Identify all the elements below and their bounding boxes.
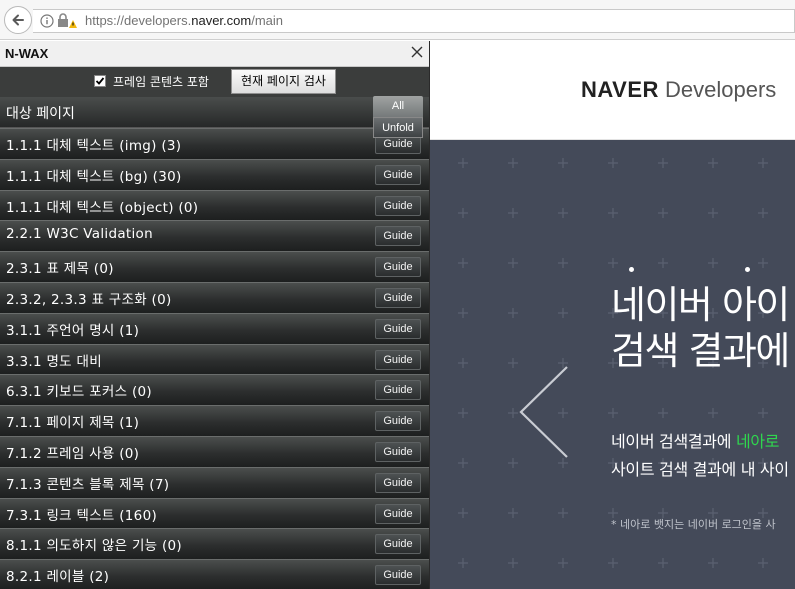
check-label: 7.3.1 링크 텍스트 (160): [6, 507, 158, 524]
info-icon[interactable]: [40, 14, 54, 28]
guide-button[interactable]: Guide: [375, 349, 421, 370]
nwax-panel: N-WAX 프레임 콘텐츠 포함 현재 페이지 검사 대상 페이지 1.1.1 …: [0, 41, 430, 589]
guide-button[interactable]: Guide: [375, 565, 421, 586]
check-label: 8.2.1 레이블 (2): [6, 569, 110, 586]
all-button[interactable]: All: [373, 96, 423, 117]
check-label: 3.3.1 명도 대비: [6, 353, 102, 370]
guide-button[interactable]: Guide: [375, 257, 421, 278]
hero-description: 네이버 검색결과에 네아로 사이트 검색 결과에 내 사이: [611, 428, 789, 484]
check-label: 2.3.2, 2.3.3 표 구조화 (0): [6, 291, 172, 308]
checkmark-icon: [95, 77, 105, 85]
check-label: 7.1.3 콘텐츠 블록 제목 (7): [6, 476, 170, 493]
check-row[interactable]: 6.3.1 키보드 포커스 (0) Guide: [0, 374, 429, 406]
desc-line-2: 사이트 검색 결과에 내 사이: [611, 460, 789, 479]
desc-highlight: 네아로: [735, 432, 780, 451]
guide-button[interactable]: Guide: [375, 503, 421, 524]
logo-developers: Developers: [665, 77, 777, 102]
check-label: 2.3.1 표 제목 (0): [6, 261, 114, 278]
check-row[interactable]: 2.3.1 표 제목 (0) Guide: [0, 251, 429, 282]
guide-button[interactable]: Guide: [375, 411, 421, 432]
unfold-button[interactable]: Unfold: [373, 117, 423, 138]
site-header: NAVER Developers: [430, 41, 795, 140]
check-list: 1.1.1 대체 텍스트 (img) (3) Guide 1.1.1 대체 텍스트…: [0, 128, 429, 589]
options-row: 프레임 콘텐츠 포함 현재 페이지 검사: [0, 67, 429, 97]
check-row[interactable]: 1.1.1 대체 텍스트 (bg) (30) Guide: [0, 158, 429, 190]
panel-side-buttons: All Unfold: [373, 96, 423, 138]
check-row[interactable]: 8.1.1 의도하지 않은 기능 (0) Guide: [0, 528, 429, 560]
check-row[interactable]: 1.1.1 대체 텍스트 (object) (0) Guide: [0, 189, 429, 221]
guide-button[interactable]: Guide: [375, 226, 421, 247]
guide-button[interactable]: Guide: [375, 380, 421, 401]
guide-button[interactable]: Guide: [375, 441, 421, 462]
hero-banner: 네이버 아이 검색 결과에 네이버 검색결과에 네아로 사이트 검색 결과에 내…: [430, 140, 795, 589]
check-row[interactable]: 7.1.2 프레임 사용 (0) Guide: [0, 435, 429, 467]
check-row[interactable]: 2.3.2, 2.3.3 표 구조화 (0) Guide: [0, 281, 429, 313]
hero-line-1: 네이버 아이: [611, 283, 790, 327]
check-label: 2.2.1 W3C Validation: [6, 226, 153, 243]
guide-button[interactable]: Guide: [375, 472, 421, 493]
address-bar[interactable]: https://developers.naver.com/main: [33, 9, 795, 33]
hero-heading: 네이버 아이 검색 결과에: [611, 282, 790, 374]
guide-button[interactable]: Guide: [375, 287, 421, 308]
check-label: 1.1.1 대체 텍스트 (bg) (30): [6, 168, 182, 185]
guide-button[interactable]: Guide: [375, 164, 421, 185]
check-label: 7.1.2 프레임 사용 (0): [6, 445, 140, 462]
check-row[interactable]: 2.2.1 W3C Validation Guide: [0, 220, 429, 252]
check-row[interactable]: 7.3.1 링크 텍스트 (160) Guide: [0, 497, 429, 529]
scan-page-button[interactable]: 현재 페이지 검사: [231, 69, 336, 94]
emphasis-dot: [745, 267, 750, 272]
emphasis-dot: [629, 267, 634, 272]
arrow-left-icon: [12, 14, 24, 26]
logo-naver: NAVER: [581, 77, 659, 102]
web-page: NAVER Developers 네이버 아이 검색 결과에 네이버 검색결과에…: [430, 41, 795, 589]
check-label: 6.3.1 키보드 포커스 (0): [6, 384, 152, 401]
check-label: 1.1.1 대체 텍스트 (img) (3): [6, 138, 182, 154]
panel-header: N-WAX: [0, 41, 429, 67]
hero-line-2: 검색 결과에: [611, 329, 790, 373]
panel-title: N-WAX: [5, 46, 49, 61]
desc-line-1: 네이버 검색결과에: [611, 432, 736, 451]
target-page-label: 대상 페이지: [6, 106, 75, 122]
browser-toolbar: https://developers.naver.com/main: [0, 0, 795, 40]
check-row[interactable]: 3.3.1 명도 대비 Guide: [0, 343, 429, 375]
check-label: 7.1.1 페이지 제목 (1): [6, 415, 140, 432]
frame-content-label: 프레임 콘텐츠 포함: [113, 75, 209, 89]
check-row[interactable]: 3.1.1 주언어 명시 (1) Guide: [0, 312, 429, 344]
guide-button[interactable]: Guide: [375, 318, 421, 339]
check-row[interactable]: 7.1.3 콘텐츠 블록 제목 (7) Guide: [0, 466, 429, 498]
check-label: 3.1.1 주언어 명시 (1): [6, 322, 140, 339]
check-label: 8.1.1 의도하지 않은 기능 (0): [6, 538, 182, 555]
naver-developers-logo[interactable]: NAVER Developers: [581, 77, 776, 103]
check-row[interactable]: 7.1.1 페이지 제목 (1) Guide: [0, 405, 429, 436]
back-button[interactable]: [4, 6, 32, 34]
carousel-prev-icon[interactable]: [518, 365, 570, 459]
guide-button[interactable]: Guide: [375, 534, 421, 555]
close-icon[interactable]: [410, 45, 424, 59]
insecure-lock-icon[interactable]: [57, 13, 77, 29]
check-row[interactable]: 1.1.1 대체 텍스트 (img) (3) Guide: [0, 128, 429, 159]
frame-content-checkbox[interactable]: [94, 75, 106, 87]
hero-footnote: * 네아로 뱃지는 네이버 로그인을 사: [611, 518, 776, 531]
check-label: 1.1.1 대체 텍스트 (object) (0): [6, 199, 199, 216]
guide-button[interactable]: Guide: [375, 195, 421, 216]
url-text: https://developers.naver.com/main: [85, 13, 284, 28]
target-page-row: 대상 페이지: [0, 97, 429, 128]
check-row[interactable]: 8.2.1 레이블 (2) Guide: [0, 559, 429, 589]
